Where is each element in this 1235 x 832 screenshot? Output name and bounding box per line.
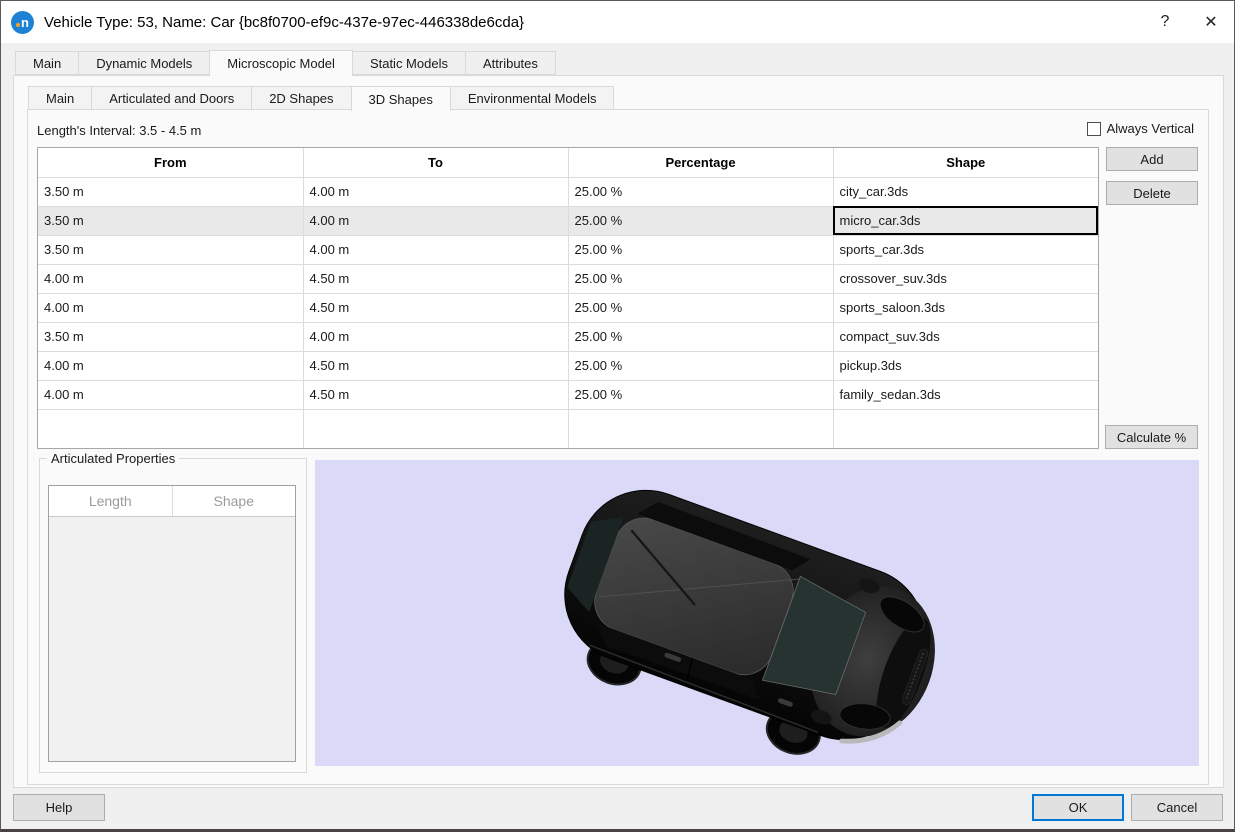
add-button[interactable]: Add [1106,147,1198,171]
cell-percentage[interactable]: 25.00 % [568,206,833,235]
column-header: Percentage [568,148,833,177]
close-icon[interactable]: ✕ [1188,1,1234,43]
subtab-3d-shapes[interactable]: 3D Shapes [351,86,451,111]
cell-to[interactable]: 4.00 m [303,206,568,235]
subtab-2d-shapes[interactable]: 2D Shapes [251,86,351,110]
column-header: To [303,148,568,177]
table-row[interactable]: 3.50 m4.00 m25.00 %sports_car.3ds [38,235,1098,264]
shapes-table-body: 3.50 m4.00 m25.00 %city_car.3ds3.50 m4.0… [38,177,1098,448]
cancel-button[interactable]: Cancel [1131,794,1223,821]
articulated-header-row: LengthShape [49,486,295,516]
calculate-percent-button[interactable]: Calculate % [1105,425,1198,449]
table-row[interactable]: 4.00 m4.50 m25.00 %crossover_suv.3ds [38,264,1098,293]
empty-cell [568,409,833,448]
cell-percentage[interactable]: 25.00 % [568,177,833,206]
cell-to[interactable]: 4.00 m [303,322,568,351]
help-button[interactable]: Help [13,794,105,821]
table-row[interactable]: 3.50 m4.00 m25.00 %micro_car.3ds [38,206,1098,235]
articulated-table[interactable]: LengthShape [48,485,296,762]
column-header: Shape [172,486,295,516]
subtab-articulated-and-doors[interactable]: Articulated and Doors [91,86,252,110]
cell-from[interactable]: 4.00 m [38,351,303,380]
cell-to[interactable]: 4.50 m [303,351,568,380]
cell-shape[interactable]: crossover_suv.3ds [833,264,1098,293]
cell-percentage[interactable]: 25.00 % [568,264,833,293]
cell-from[interactable]: 3.50 m [38,177,303,206]
main-tabbar: MainDynamic ModelsMicroscopic ModelStati… [15,49,556,75]
subtab-environmental-models[interactable]: Environmental Models [450,86,615,110]
empty-cell [38,409,303,448]
shapes-table: FromToPercentageShape 3.50 m4.00 m25.00 … [37,147,1099,449]
cell-to[interactable]: 4.00 m [303,177,568,206]
help-titlebar-button[interactable]: ? [1142,1,1188,43]
cell-from[interactable]: 3.50 m [38,206,303,235]
cell-shape[interactable]: city_car.3ds [833,177,1098,206]
empty-cell [303,409,568,448]
column-header: Shape [833,148,1098,177]
logo-letter: n [21,16,29,29]
car-3d-model [315,460,1199,766]
cell-to[interactable]: 4.50 m [303,380,568,409]
cell-to[interactable]: 4.50 m [303,293,568,322]
articulated-properties-group: Articulated Properties LengthShape [39,458,307,773]
cell-shape[interactable]: sports_saloon.3ds [833,293,1098,322]
3d-shapes-panel: Length's Interval: 3.5 - 4.5 m Always Ve… [27,109,1209,785]
cell-shape[interactable]: pickup.3ds [833,351,1098,380]
always-vertical-checkbox[interactable] [1087,122,1101,136]
cell-to[interactable]: 4.00 m [303,235,568,264]
table-row[interactable]: 4.00 m4.50 m25.00 %family_sedan.3ds [38,380,1098,409]
table-row[interactable]: 3.50 m4.00 m25.00 %city_car.3ds [38,177,1098,206]
cell-from[interactable]: 4.00 m [38,264,303,293]
cell-shape[interactable]: compact_suv.3ds [833,322,1098,351]
delete-button[interactable]: Delete [1106,181,1198,205]
window-title: Vehicle Type: 53, Name: Car {bc8f0700-ef… [44,14,524,31]
cell-from[interactable]: 4.00 m [38,293,303,322]
cell-from[interactable]: 4.00 m [38,380,303,409]
table-empty-area [38,409,1098,448]
tab-microscopic-model[interactable]: Microscopic Model [209,50,353,76]
tab-main[interactable]: Main [15,51,79,75]
table-row[interactable]: 4.00 m4.50 m25.00 %pickup.3ds [38,351,1098,380]
app-logo-icon: n [11,11,34,34]
table-row[interactable]: 4.00 m4.50 m25.00 %sports_saloon.3ds [38,293,1098,322]
length-interval-label: Length's Interval: 3.5 - 4.5 m [37,123,201,138]
microscopic-model-panel: MainArticulated and Doors2D Shapes3D Sha… [13,75,1224,788]
cell-from[interactable]: 3.50 m [38,235,303,264]
empty-cell [833,409,1098,448]
tab-attributes[interactable]: Attributes [465,51,556,75]
table-row[interactable]: 3.50 m4.00 m25.00 %compact_suv.3ds [38,322,1098,351]
sub-tabbar: MainArticulated and Doors2D Shapes3D Sha… [28,86,614,110]
tab-dynamic-models[interactable]: Dynamic Models [78,51,210,75]
logo-dot [16,23,20,27]
ok-button[interactable]: OK [1032,794,1124,821]
titlebar[interactable]: n Vehicle Type: 53, Name: Car {bc8f0700-… [1,1,1234,43]
cell-percentage[interactable]: 25.00 % [568,351,833,380]
vehicle-type-dialog: n Vehicle Type: 53, Name: Car {bc8f0700-… [0,0,1235,832]
articulated-properties-title: Articulated Properties [47,451,179,466]
cell-percentage[interactable]: 25.00 % [568,293,833,322]
cell-percentage[interactable]: 25.00 % [568,380,833,409]
cell-to[interactable]: 4.50 m [303,264,568,293]
vehicle-3d-preview[interactable] [315,460,1199,766]
always-vertical-label: Always Vertical [1107,121,1194,136]
subtab-main[interactable]: Main [28,86,92,110]
cell-shape[interactable]: sports_car.3ds [833,235,1098,264]
cell-from[interactable]: 3.50 m [38,322,303,351]
cell-shape[interactable]: micro_car.3ds [833,206,1098,235]
cell-percentage[interactable]: 25.00 % [568,235,833,264]
tab-static-models[interactable]: Static Models [352,51,466,75]
always-vertical-row: Always Vertical [1087,121,1194,136]
column-header: From [38,148,303,177]
cell-percentage[interactable]: 25.00 % [568,322,833,351]
column-header: Length [49,486,172,516]
cell-shape[interactable]: family_sedan.3ds [833,380,1098,409]
shapes-table-header-row: FromToPercentageShape [38,148,1098,177]
